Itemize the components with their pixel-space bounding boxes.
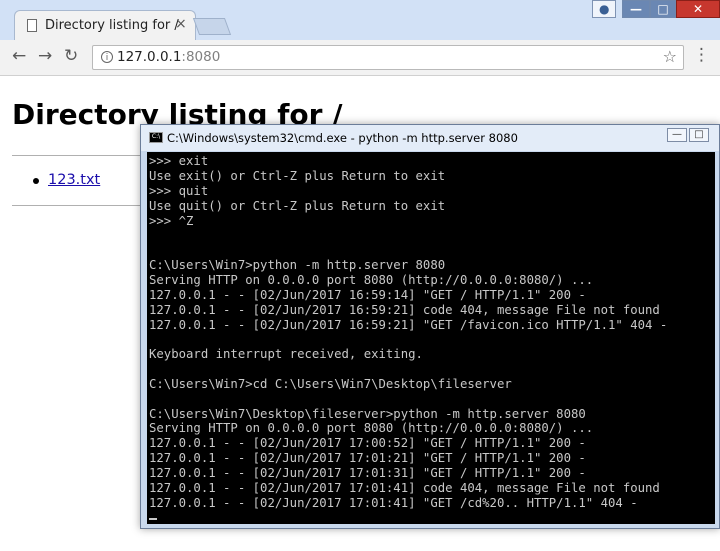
star-icon[interactable]: ☆	[663, 47, 677, 66]
browser-toolbar: ← → ↻ i 127.0.0.1:8080 ☆ ⋮	[0, 40, 720, 76]
list-bullet	[33, 178, 39, 184]
menu-icon[interactable]: ⋮	[693, 45, 710, 65]
url-port: :8080	[181, 49, 221, 65]
console-line: Serving HTTP on 0.0.0.0 port 8080 (http:…	[149, 273, 594, 287]
console-line: 127.0.0.1 - - [02/Jun/2017 17:01:41] "GE…	[149, 496, 638, 510]
console-line: 127.0.0.1 - - [02/Jun/2017 17:00:52] "GE…	[149, 436, 586, 450]
cmd-maximize-button[interactable]: □	[689, 128, 709, 142]
cmd-minimize-button[interactable]: —	[667, 128, 687, 142]
cmd-titlebar[interactable]: C:\ C:\Windows\system32\cmd.exe - python…	[141, 125, 719, 151]
browser-tab[interactable]: Directory listing for / ×	[14, 10, 196, 40]
address-bar[interactable]: i 127.0.0.1:8080 ☆	[92, 45, 684, 70]
console-line: C:\Users\Win7>python -m http.server 8080	[149, 258, 446, 272]
console-line: Serving HTTP on 0.0.0.0 port 8080 (http:…	[149, 421, 594, 435]
file-link[interactable]: 123.txt	[48, 172, 100, 188]
console-line: Use exit() or Ctrl-Z plus Return to exit	[149, 169, 446, 183]
console-output[interactable]: >>> exit Use exit() or Ctrl-Z plus Retur…	[147, 152, 715, 524]
console-line: >>> exit	[149, 154, 209, 168]
minimize-button[interactable]: —	[622, 0, 650, 18]
console-line: 127.0.0.1 - - [02/Jun/2017 16:59:14] "GE…	[149, 288, 586, 302]
url-text[interactable]: 127.0.0.1:8080	[117, 49, 220, 65]
console-line: Keyboard interrupt received, exiting.	[149, 347, 423, 361]
console-line: 127.0.0.1 - - [02/Jun/2017 17:01:21] "GE…	[149, 451, 586, 465]
tab-title: Directory listing for /	[45, 18, 179, 33]
new-tab-button[interactable]	[192, 18, 232, 35]
console-cursor	[149, 518, 157, 520]
console-line: 127.0.0.1 - - [02/Jun/2017 17:01:41] cod…	[149, 481, 660, 495]
info-icon[interactable]: i	[101, 51, 113, 63]
page-icon	[27, 19, 37, 32]
console-line: 127.0.0.1 - - [02/Jun/2017 16:59:21] "GE…	[149, 318, 668, 332]
forward-arrow-icon[interactable]: →	[38, 46, 52, 66]
reload-icon[interactable]: ↻	[64, 46, 78, 66]
console-line: >>> ^Z	[149, 214, 194, 228]
console-line: Use quit() or Ctrl-Z plus Return to exit	[149, 199, 446, 213]
profile-button[interactable]: ●	[592, 0, 616, 18]
close-button[interactable]: ✕	[676, 0, 720, 18]
cmd-window[interactable]: C:\ C:\Windows\system32\cmd.exe - python…	[140, 124, 720, 529]
browser-titlebar: Directory listing for / × ● — □ ✕	[0, 0, 720, 40]
back-arrow-icon[interactable]: ←	[12, 46, 26, 66]
maximize-button[interactable]: □	[650, 0, 676, 18]
console-line: 127.0.0.1 - - [02/Jun/2017 17:01:31] "GE…	[149, 466, 586, 480]
console-line: C:\Users\Win7\Desktop\fileserver>python …	[149, 407, 586, 421]
console-line: C:\Users\Win7>cd C:\Users\Win7\Desktop\f…	[149, 377, 512, 391]
console-line: >>> quit	[149, 184, 209, 198]
profile-icon: ●	[599, 2, 610, 16]
url-host: 127.0.0.1	[117, 49, 182, 65]
console-line: 127.0.0.1 - - [02/Jun/2017 16:59:21] cod…	[149, 303, 660, 317]
cmd-icon: C:\	[149, 132, 163, 143]
cmd-title: C:\Windows\system32\cmd.exe - python -m …	[167, 131, 518, 145]
tab-close-icon[interactable]: ×	[175, 16, 187, 32]
